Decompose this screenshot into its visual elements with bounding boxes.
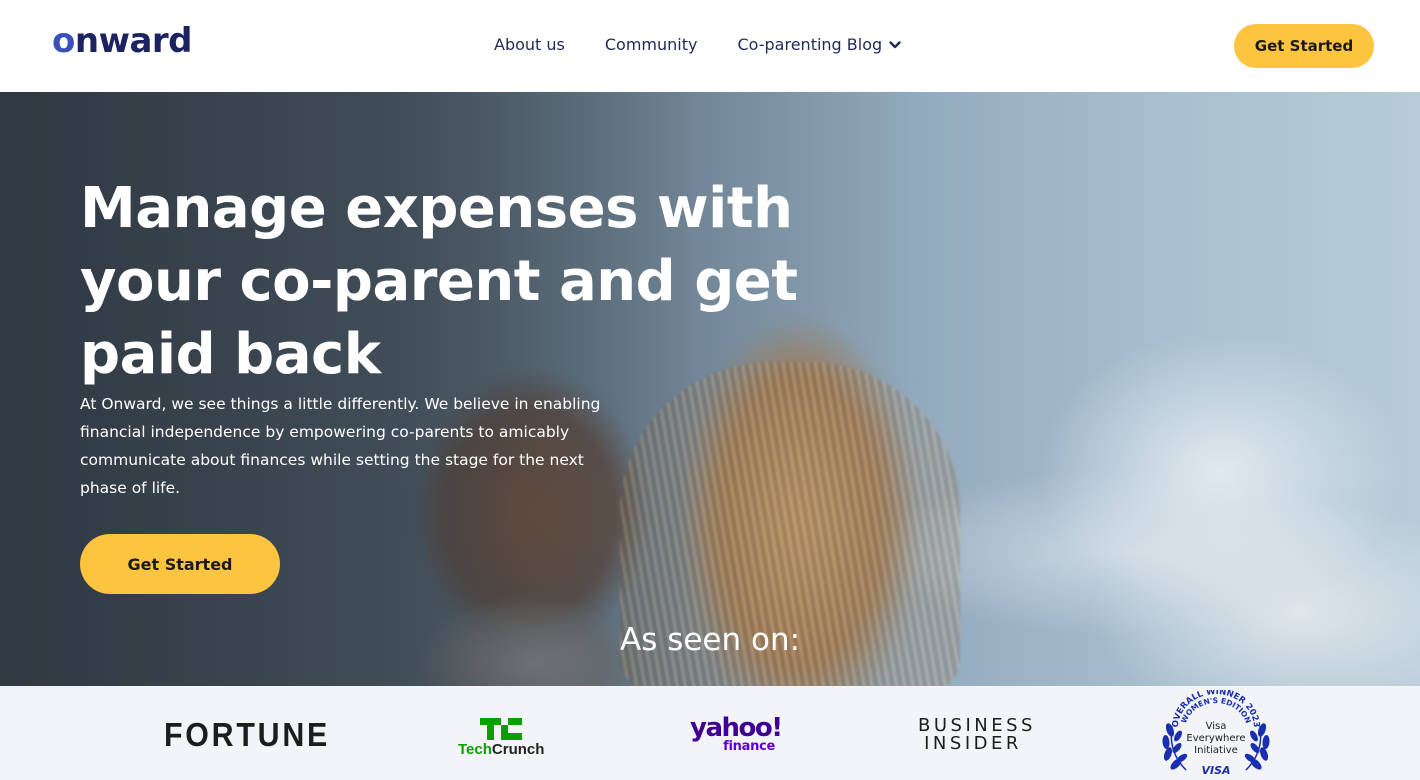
yahoo-finance-logo: yahoo! finance: [690, 713, 785, 753]
main-nav: About us Community Co-parenting Blog: [494, 34, 902, 56]
nav-coparenting-blog[interactable]: Co-parenting Blog: [737, 34, 902, 56]
logo-letter-o: o: [52, 21, 75, 61]
fortune-logo: FORTUNE: [164, 716, 331, 753]
techcrunch-crunch: Crunch: [491, 741, 545, 758]
yahoo-wordmark: yahoo!: [690, 713, 783, 743]
techcrunch-logo: TechCrunch: [458, 718, 548, 758]
press-logos-bar: FORTUNE TechCrunch yahoo! finance BUSINE…: [0, 686, 1420, 780]
laurel-left: [1162, 723, 1188, 771]
hero-section: Manage expenses with your co-parent and …: [0, 92, 1420, 686]
laurel-right: [1244, 723, 1270, 771]
header-get-started-button[interactable]: Get Started: [1234, 24, 1374, 68]
techcrunch-wordmark: TechCrunch: [458, 742, 548, 758]
techcrunch-tech: Tech: [458, 741, 492, 758]
nav-community[interactable]: Community: [605, 34, 698, 56]
business-insider-logo: BUSINESS INSIDER: [918, 717, 1032, 754]
nav-coparenting-blog-label: Co-parenting Blog: [737, 35, 883, 54]
nav-about-us-label: About us: [494, 35, 565, 54]
onward-logo[interactable]: onward: [52, 21, 193, 61]
visa-line2: Everywhere: [1186, 733, 1245, 744]
site-header: onward About us Community Co-parenting B…: [0, 0, 1420, 92]
visa-award-badge: OVERALL WINNER 2023 WOMEN'S EDITION Visa…: [1158, 690, 1274, 778]
visa-brand: VISA: [1201, 764, 1230, 777]
hero-description: At Onward, we see things a little differ…: [80, 395, 601, 497]
logo-text: onward: [52, 21, 193, 61]
visa-line1: Visa: [1206, 721, 1227, 732]
as-seen-on-heading: As seen on:: [620, 622, 801, 658]
techcrunch-mark-icon: [480, 718, 522, 740]
nav-community-label: Community: [604, 35, 698, 54]
laurel-wreath-icon: OVERALL WINNER 2023 WOMEN'S EDITION Visa…: [1162, 690, 1270, 777]
business-insider-line2: INSIDER: [924, 733, 1022, 754]
hero-get-started-button[interactable]: Get Started: [80, 534, 280, 594]
nav-about-us[interactable]: About us: [494, 34, 565, 56]
visa-line3: Initiative: [1194, 745, 1238, 756]
chevron-down-icon: [889, 41, 901, 49]
hero-title: Manage expenses with your co-parent and …: [80, 176, 798, 387]
